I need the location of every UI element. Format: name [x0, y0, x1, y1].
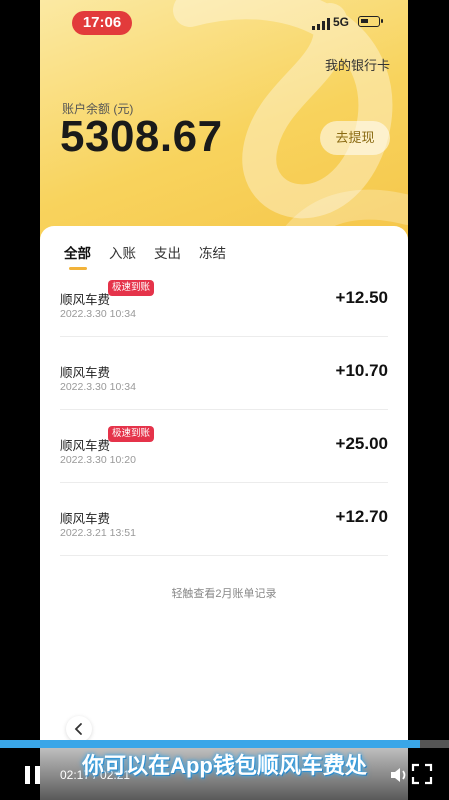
volume-icon[interactable] [388, 764, 410, 786]
transaction-name: 顺风车费 [60, 293, 111, 307]
status-time: 17:06 [72, 11, 132, 35]
back-button[interactable] [66, 716, 92, 742]
view-february-records-link[interactable]: 轻触查看2月账单记录 [40, 585, 408, 601]
fast-arrival-badge: 极速到账 [108, 280, 155, 296]
network-label: 5G [333, 15, 350, 29]
transaction-date: 2022.3.30 10:34 [60, 308, 136, 320]
fast-arrival-badge: 极速到账 [108, 426, 155, 442]
transaction-name: 顺风车费 [60, 366, 111, 380]
transaction-amount: +12.70 [335, 507, 388, 526]
transaction-row[interactable]: 顺风车费 2022.3.21 13:51 +12.70 [60, 483, 388, 556]
status-bar: 17:06 5G [40, 0, 408, 44]
transaction-amount: +10.70 [335, 361, 388, 380]
balance-header: 17:06 5G 我的银行卡 账户余额 (元) 5308.67 去提现 [40, 0, 408, 245]
transactions-panel: 全部 入账 支出 冻结 顺风车费 极速到账 2022.3.30 10:34 +1… [40, 226, 408, 800]
transaction-date: 2022.3.30 10:34 [60, 381, 136, 393]
phone-screen: 17:06 5G 我的银行卡 账户余额 (元) 5308.67 去提现 全部 入… [40, 0, 408, 800]
fullscreen-icon[interactable] [410, 762, 434, 786]
video-subtitle: 你可以在App钱包顺风车费处 [82, 753, 367, 778]
transaction-amount: +12.50 [335, 288, 388, 307]
transaction-date: 2022.3.21 13:51 [60, 527, 136, 539]
balance-amount: 5308.67 [60, 112, 223, 161]
signal-icon [312, 18, 330, 30]
transaction-row[interactable]: 顺风车费 极速到账 2022.3.30 10:20 +25.00 [60, 410, 388, 483]
battery-icon [358, 16, 383, 27]
withdraw-button[interactable]: 去提现 [320, 121, 390, 155]
transaction-list: 顺风车费 极速到账 2022.3.30 10:34 +12.50 顺风车费 20… [60, 264, 388, 556]
video-progress-bar[interactable] [0, 740, 449, 748]
transaction-name: 顺风车费 [60, 439, 111, 453]
transaction-date: 2022.3.30 10:20 [60, 454, 136, 466]
transaction-amount: +25.00 [335, 434, 388, 453]
chevron-left-icon [74, 723, 82, 735]
my-bank-cards-link[interactable]: 我的银行卡 [325, 55, 390, 74]
transaction-row[interactable]: 顺风车费 极速到账 2022.3.30 10:34 +12.50 [60, 264, 388, 337]
transaction-row[interactable]: 顺风车费 2022.3.30 10:34 +10.70 [60, 337, 388, 410]
video-progress-played [0, 740, 420, 748]
transaction-name: 顺风车费 [60, 512, 111, 526]
